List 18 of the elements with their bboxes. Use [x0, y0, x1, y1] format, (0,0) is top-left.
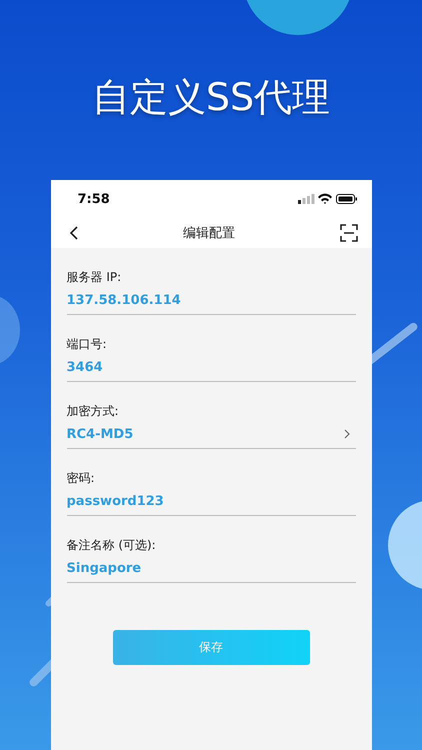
input-field[interactable]: password123: [66, 487, 356, 516]
select-field[interactable]: RC4-MD5: [66, 420, 356, 449]
input-field[interactable]: 3464: [66, 353, 356, 382]
field-label: 端口号:: [66, 336, 108, 353]
input-field[interactable]: 137.58.106.114: [66, 286, 356, 315]
save-button[interactable]: 保存: [112, 630, 310, 665]
field-label: 加密方式:: [66, 403, 120, 420]
input-field[interactable]: Singapore: [66, 554, 356, 583]
field-label: 密码:: [66, 470, 96, 487]
status-icons: [298, 193, 358, 205]
headline: 自定义SS代理: [92, 74, 330, 121]
status-time: 7:58: [78, 192, 110, 206]
field-label: 备注名称 (可选):: [66, 537, 157, 554]
chevron-icon: [344, 429, 350, 439]
nav-title: 编辑配置: [183, 225, 235, 242]
field-label: 服务器 IP:: [66, 269, 122, 286]
back-icon[interactable]: [68, 225, 78, 241]
scan-icon[interactable]: [340, 224, 358, 242]
